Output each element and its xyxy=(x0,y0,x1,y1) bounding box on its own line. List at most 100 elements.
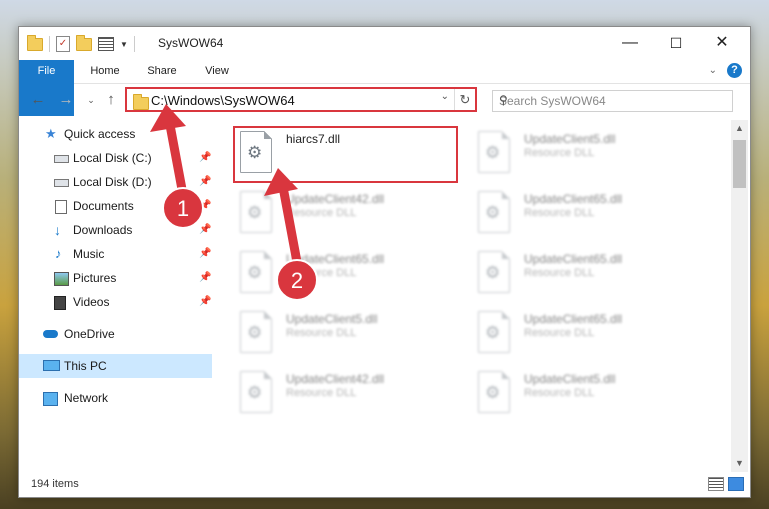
forward-arrow-icon[interactable]: → xyxy=(56,90,76,110)
sidebar-item-label: Pictures xyxy=(73,271,117,285)
file-type: Resource DLL xyxy=(524,387,595,399)
sidebar-item-label: Downloads xyxy=(73,223,133,237)
title-bar: ✓ ▼ SysWOW64 — ☐ ✕ xyxy=(19,27,750,60)
sidebar-item-label: Local Disk (C:) xyxy=(73,151,152,165)
file-name: UpdateClient65.dll xyxy=(524,252,623,266)
address-bar[interactable]: C:\Windows\SysWOW64 ⌄ ↻ xyxy=(125,87,477,112)
maximize-button[interactable]: ☐ xyxy=(653,27,699,59)
sidebar-item-label: OneDrive xyxy=(64,327,115,341)
scroll-thumb[interactable] xyxy=(733,140,746,188)
file-name: UpdateClient65.dll xyxy=(524,312,623,326)
file-type: Resource DLL xyxy=(524,207,595,219)
pictures-icon xyxy=(54,272,69,286)
file-name: UpdateClient42.dll xyxy=(286,372,385,386)
sidebar-item-documents[interactable]: Documents 📌 xyxy=(19,194,212,218)
tab-view[interactable]: View xyxy=(191,60,243,83)
back-arrow-icon[interactable]: ← xyxy=(28,90,48,110)
expand-ribbon-icon[interactable]: ⌄ xyxy=(709,65,717,76)
gear-icon: ⚙ xyxy=(247,203,263,222)
gear-icon: ⚙ xyxy=(247,383,263,402)
navigation-pane: ★ Quick access Local Disk (C:) 📌 Local D… xyxy=(19,120,212,472)
sidebar-item-network[interactable]: Network xyxy=(19,386,212,410)
file-item[interactable]: ⚙ UpdateClient42.dll Resource DLL xyxy=(233,186,458,242)
computer-icon xyxy=(43,360,60,371)
file-item[interactable]: ⚙ UpdateClient5.dll Resource DLL xyxy=(233,306,458,362)
pin-icon[interactable]: 📌 xyxy=(199,218,211,242)
pin-icon[interactable]: 📌 xyxy=(199,170,211,194)
dll-file-icon: ⚙ xyxy=(240,371,272,413)
minimize-button[interactable]: — xyxy=(607,27,653,59)
file-item[interactable]: ⚙ UpdateClient65.dll Resource DLL xyxy=(233,246,458,302)
recent-locations-icon[interactable]: ⌄ xyxy=(81,90,101,110)
scroll-up-icon[interactable]: ▲ xyxy=(731,120,748,137)
toolbar-divider xyxy=(49,36,50,52)
file-item[interactable]: ⚙ UpdateClient65.dll Resource DLL xyxy=(471,186,696,242)
sidebar-item-label: Documents xyxy=(73,199,134,213)
vertical-scrollbar[interactable]: ▲ ▼ xyxy=(731,120,748,472)
chevron-down-icon[interactable]: ⌄ xyxy=(441,91,449,102)
up-arrow-icon[interactable]: ↑ xyxy=(101,90,121,110)
close-button[interactable]: ✕ xyxy=(699,27,745,59)
sidebar-item-videos[interactable]: Videos 📌 xyxy=(19,290,212,314)
scroll-down-icon[interactable]: ▼ xyxy=(731,455,748,472)
refresh-icon[interactable]: ↻ xyxy=(454,89,475,110)
tiles-view-icon[interactable] xyxy=(728,477,744,491)
pin-icon[interactable]: 📌 xyxy=(199,194,211,218)
sidebar-item-local-disk-d[interactable]: Local Disk (D:) 📌 xyxy=(19,170,212,194)
gear-icon: ⚙ xyxy=(247,323,263,342)
pin-icon[interactable]: 📌 xyxy=(199,290,211,314)
highlight-box xyxy=(233,126,458,183)
gear-icon: ⚙ xyxy=(247,263,263,282)
file-type: Resource DLL xyxy=(286,387,357,399)
search-input[interactable]: Search SysWOW64 ⚲ xyxy=(492,90,733,112)
file-name: UpdateClient65.dll xyxy=(524,192,623,206)
sidebar-item-downloads[interactable]: ↓ Downloads 📌 xyxy=(19,218,212,242)
sidebar-item-label: Videos xyxy=(73,295,110,309)
sidebar-item-local-disk-c[interactable]: Local Disk (C:) 📌 xyxy=(19,146,212,170)
help-icon[interactable]: ? xyxy=(727,63,742,78)
search-icon: ⚲ xyxy=(499,93,508,107)
quick-access-toolbar: ✓ ▼ xyxy=(27,34,135,52)
network-icon xyxy=(43,392,58,406)
sidebar-item-this-pc[interactable]: This PC xyxy=(19,354,212,378)
details-view-icon[interactable] xyxy=(708,477,724,491)
dll-file-icon: ⚙ xyxy=(478,131,510,173)
file-type: Resource DLL xyxy=(286,267,357,279)
new-folder-icon[interactable] xyxy=(76,34,92,51)
sidebar-item-music[interactable]: ♪ Music 📌 xyxy=(19,242,212,266)
gear-icon: ⚙ xyxy=(485,203,501,222)
pin-icon[interactable]: 📌 xyxy=(199,266,211,290)
sidebar-item-pictures[interactable]: Pictures 📌 xyxy=(19,266,212,290)
download-icon: ↓ xyxy=(54,222,61,238)
file-list: ⚙ hiarcs7.dll ⚙ UpdateClient5.dll Resour… xyxy=(213,120,731,472)
tab-home[interactable]: Home xyxy=(77,60,133,83)
documents-icon xyxy=(55,200,67,214)
file-item[interactable]: ⚙ UpdateClient5.dll Resource DLL xyxy=(471,126,696,182)
sidebar-item-label: Local Disk (D:) xyxy=(73,175,152,189)
dll-file-icon: ⚙ xyxy=(240,251,272,293)
sidebar-item-quick-access[interactable]: ★ Quick access xyxy=(19,122,212,146)
dll-file-icon: ⚙ xyxy=(478,251,510,293)
file-item[interactable]: ⚙ UpdateClient42.dll Resource DLL xyxy=(233,366,458,422)
cloud-icon xyxy=(43,330,58,338)
file-item[interactable]: ⚙ UpdateClient65.dll Resource DLL xyxy=(471,306,696,362)
file-type: Resource DLL xyxy=(524,147,595,159)
dll-file-icon: ⚙ xyxy=(478,311,510,353)
tab-share[interactable]: Share xyxy=(135,60,189,83)
pin-icon[interactable]: 📌 xyxy=(199,242,211,266)
pin-icon[interactable]: 📌 xyxy=(199,146,211,170)
file-name: UpdateClient42.dll xyxy=(286,192,385,206)
gear-icon: ⚙ xyxy=(485,143,501,162)
customize-view-icon[interactable] xyxy=(98,37,114,51)
file-item[interactable]: ⚙ UpdateClient65.dll Resource DLL xyxy=(471,246,696,302)
music-icon: ♪ xyxy=(55,246,62,261)
chevron-down-icon[interactable]: ▼ xyxy=(120,40,128,49)
sidebar-item-onedrive[interactable]: OneDrive xyxy=(19,322,212,346)
file-type: Resource DLL xyxy=(286,207,357,219)
folder-icon xyxy=(27,34,43,51)
dll-file-icon: ⚙ xyxy=(240,191,272,233)
properties-check-icon[interactable]: ✓ xyxy=(56,36,70,52)
dll-file-icon: ⚙ xyxy=(478,191,510,233)
sidebar-item-label: Quick access xyxy=(64,127,136,141)
file-item[interactable]: ⚙ UpdateClient5.dll Resource DLL xyxy=(471,366,696,422)
